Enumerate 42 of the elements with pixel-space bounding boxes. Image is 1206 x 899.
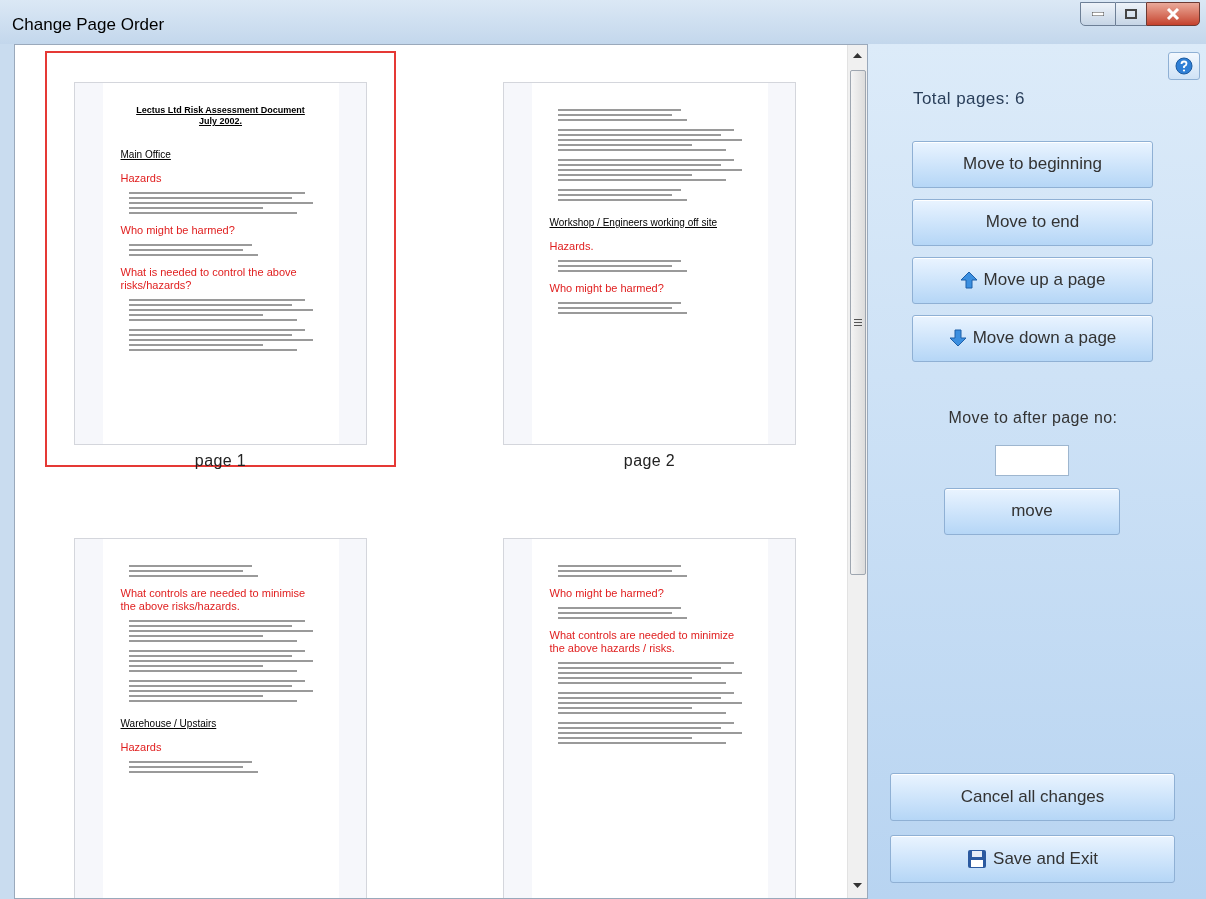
help-icon [1175,57,1193,75]
close-button[interactable] [1146,2,1200,26]
section-heading: Hazards. [549,240,595,253]
section-heading: Who might be harmed? [549,282,665,295]
maximize-button[interactable] [1116,2,1146,26]
section-heading: What controls are needed to minimise the above risks/hazards. [120,587,307,613]
move-button[interactable]: Move to beginning [912,140,1153,188]
section-heading: What controls are needed to minimize the above hazards / risks. [549,629,736,655]
page-thumbnail-frame[interactable]: What controls are needed to minimise the above risks/hazards. Warehouse / Upstairs Hazards [45,507,396,898]
underlined-subtitle: Warehouse / Upstairs [120,717,218,731]
underlined-subtitle: Main Office [120,148,172,162]
page-thumbnail-frame[interactable]: Lectus Ltd Risk Assessment Document July 2002. Main Office Hazards Who might be harmed? What is needed to control the above risks/hazards? page 1 [45,51,396,467]
save-and-exit-button[interactable]: Save and Exit [890,835,1175,883]
section-heading: What is needed to control the above risks/hazards? [120,266,298,292]
scroll-up-icon[interactable] [853,53,862,58]
minimize-button[interactable] [1080,2,1116,26]
move-button[interactable]: Move down a page [912,314,1153,362]
grip-icon [853,319,862,326]
maximize-icon [1125,9,1137,19]
up-arrow-icon [959,271,978,289]
page-number-field[interactable] [995,444,1069,476]
move-after-label: Move to after page no: [947,407,1119,428]
help-button[interactable] [1168,52,1200,80]
underlined-subtitle: Workshop / Engineers working off site [549,216,718,230]
scrollbar-thumb[interactable] [849,70,866,575]
minimize-icon [1092,12,1104,16]
cancel-button[interactable]: Cancel all changes [890,773,1175,821]
scroll-down-icon[interactable] [853,883,862,888]
total-pages-label: Total pages: 6 [913,88,1026,110]
close-icon [1166,8,1180,20]
page-thumbnail-frame[interactable]: Who might be harmed? What controls are needed to minimize the above hazards / risks. [474,507,825,898]
move-button[interactable]: move [944,487,1120,535]
move-button[interactable]: Move to end [912,198,1153,246]
down-arrow-icon [948,329,967,347]
vertical-scrollbar[interactable] [847,45,867,898]
move-button[interactable]: Move up a page [912,256,1153,304]
section-heading: Who might be harmed? [549,587,665,600]
window-title: Change Page Order [11,14,165,36]
section-heading: Who might be harmed? [120,224,236,237]
section-heading: Hazards [120,741,163,754]
section-heading: Hazards [120,172,163,185]
document-title: Lectus Ltd Risk Assessment Document July 2002. [135,105,306,127]
